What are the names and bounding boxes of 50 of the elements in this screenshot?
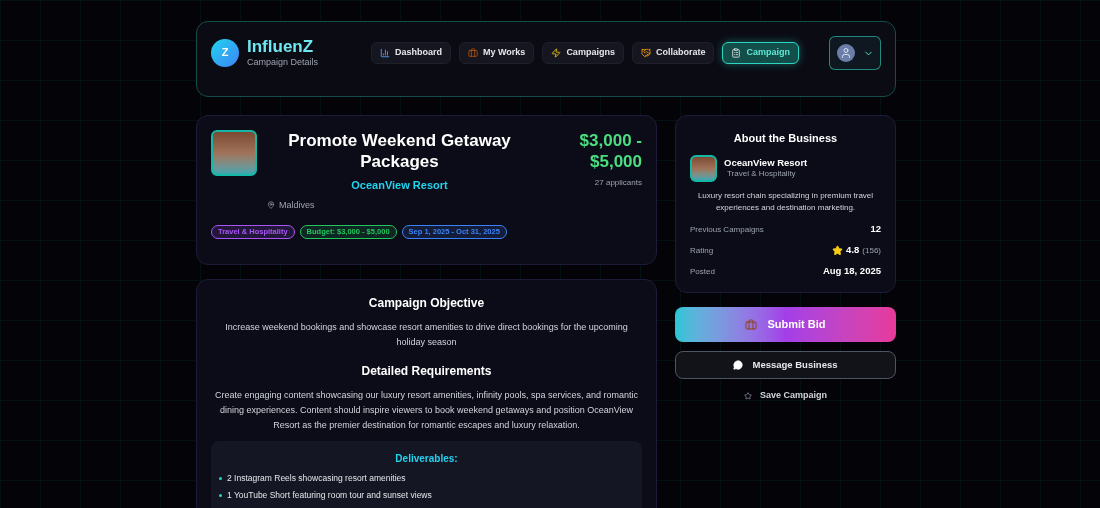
budget-range: $3,000 - $5,000 bbox=[578, 130, 642, 172]
page-subtitle: Campaign Details bbox=[247, 58, 319, 67]
location-pin-icon bbox=[267, 201, 275, 210]
stat-label: Previous Campaigns bbox=[690, 223, 764, 236]
brand-name: InfluenZ bbox=[247, 38, 315, 55]
nav-icon bbox=[380, 48, 390, 58]
applicants-count: 27 applicants bbox=[594, 177, 642, 189]
bullet-icon bbox=[219, 476, 222, 480]
business-link[interactable]: OceanView Resort bbox=[351, 177, 448, 194]
logo-badge: Z bbox=[211, 38, 239, 67]
nav-icon bbox=[640, 48, 651, 58]
bullet-icon bbox=[219, 493, 222, 497]
profile-menu-button[interactable] bbox=[829, 36, 881, 70]
briefcase-icon bbox=[745, 318, 758, 331]
requirements-text: Create engaging content showcasing our luxury resort amenities, infinity pools, spa services, and romantic dining experiences. Content should inspire viewers to book weekend getaways and position OceanView Resort as the premier destination for romantic escapes and luxury relaxation. bbox=[213, 389, 640, 432]
nav-tab[interactable]: Collaborate bbox=[631, 42, 715, 64]
save-campaign-link[interactable]: Save Campaign bbox=[744, 389, 827, 403]
business-description: Luxury resort chain specializing in premium travel experiences and destination marketing. bbox=[696, 189, 875, 214]
resort-photo bbox=[690, 154, 717, 182]
business-card-title: About the Business bbox=[732, 131, 839, 146]
deliverables-heading: Deliverables: bbox=[395, 452, 458, 466]
stat-label: Posted bbox=[690, 265, 715, 278]
star-icon bbox=[832, 245, 844, 256]
submit-bid-button[interactable]: Submit Bid bbox=[675, 307, 896, 342]
message-business-button[interactable]: Message Business bbox=[675, 351, 896, 379]
nav-tab[interactable]: Campaigns bbox=[542, 42, 624, 64]
location-text: Maldives bbox=[279, 198, 315, 212]
nav-tab[interactable]: Dashboard bbox=[371, 42, 451, 64]
nav-tab[interactable]: Campaign bbox=[722, 42, 799, 64]
avatar-icon bbox=[836, 44, 855, 62]
resort-photo bbox=[211, 130, 257, 176]
section-heading: Detailed Requirements bbox=[361, 363, 492, 380]
stat-value: Aug 18, 2025 bbox=[822, 264, 881, 279]
deliverable-item: 2 Instagram Reels showcasing resort amenities bbox=[227, 472, 406, 485]
rating-count: (156) bbox=[862, 244, 881, 257]
nav-icon bbox=[551, 48, 562, 58]
deliverable-item: 1 YouTube Short featuring room tour and sunset views bbox=[227, 488, 432, 502]
business-name: OceanView Resort bbox=[724, 157, 808, 168]
rating-value: 4.8 bbox=[846, 243, 860, 258]
nav-icon bbox=[468, 48, 478, 58]
business-category: Travel & Hospitality bbox=[727, 170, 797, 179]
star-outline-icon bbox=[744, 391, 752, 400]
speech-bubble-icon bbox=[733, 360, 744, 370]
section-heading: Campaign Objective bbox=[368, 295, 485, 312]
campaign-title: Promote Weekend Getaway Packages bbox=[287, 130, 512, 172]
stat-label: Rating bbox=[690, 244, 714, 257]
stat-value: 12 bbox=[870, 222, 881, 237]
nav-tab[interactable]: My Works bbox=[459, 42, 535, 64]
nav-icon bbox=[731, 48, 742, 58]
objective-text: Increase weekend bookings and showcase resort amenities to drive direct bookings for the upcoming holiday season bbox=[224, 321, 629, 349]
